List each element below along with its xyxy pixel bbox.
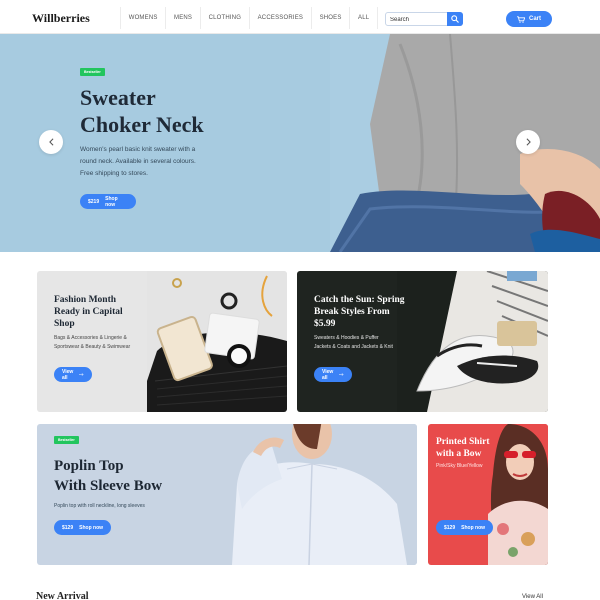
search-box — [385, 12, 463, 26]
view-all-label: View all — [322, 368, 334, 381]
card-title: Fashion Month Ready in Capital Shop — [54, 295, 123, 329]
nav-item-clothing[interactable]: CLOTHING — [201, 7, 250, 29]
card-price: $129 — [62, 524, 74, 531]
card-title-line2: With Sleeve Bow — [54, 478, 163, 494]
card-price: $129 — [444, 524, 456, 531]
hero-title-line1: Sweater — [80, 85, 156, 110]
main-nav: WOMENS MENS CLOTHING ACCESSORIES SHOES A… — [120, 7, 378, 29]
hero-shop-button[interactable]: $219 Shop now — [80, 194, 136, 209]
logo[interactable]: Willberries — [32, 11, 90, 26]
hero-banner: Bestseller Sweater Choker Neck Women's p… — [0, 34, 600, 252]
cart-button[interactable]: Cart — [506, 11, 552, 27]
card-title-line1: Poplin Top — [54, 458, 124, 474]
nav-item-womens[interactable]: WOMENS — [121, 7, 167, 29]
carousel-next-button[interactable] — [516, 130, 540, 154]
hero-cta-label: Shop now — [105, 195, 118, 208]
view-all-button[interactable]: View all — [54, 367, 92, 382]
cart-icon — [516, 15, 525, 23]
card-description: Poplin top with roll neckline, long slee… — [54, 503, 145, 509]
header: Willberries WOMENS MENS CLOTHING ACCESSO… — [0, 0, 600, 34]
hero-price: $219 — [88, 198, 100, 205]
hero-title: Sweater Choker Neck — [80, 84, 300, 138]
card-title: Printed Shirt with a Bow — [436, 437, 490, 459]
view-all-label: View all — [62, 368, 74, 381]
shop-now-label: Shop now — [79, 524, 104, 531]
hero-title-line2: Choker Neck — [80, 112, 204, 137]
card-title: Catch the Sun: Spring Break Styles From … — [314, 295, 405, 329]
carousel-prev-button[interactable] — [39, 130, 63, 154]
promo-card-fashion-month[interactable]: Fashion Month Ready in Capital Shop Bags… — [37, 271, 287, 412]
hero-model-image — [330, 34, 600, 252]
card-description: Pink/Sky Blue/Yellow — [436, 463, 483, 469]
chevron-right-icon — [526, 138, 531, 146]
poplin-model-image — [197, 424, 417, 565]
card-description: Bags & Accessories & Lingerie & Sportswe… — [54, 335, 131, 350]
shoes-image — [397, 271, 548, 412]
search-button[interactable] — [447, 12, 463, 26]
card-description: Sweaters & Hoodies & Puffer Jackets & Co… — [314, 335, 393, 350]
promo-card-poplin-top[interactable]: Bestseller Poplin Top With Sleeve Bow Po… — [37, 424, 417, 565]
arrow-right-icon — [79, 373, 84, 376]
hero-description: Women's pearl basic knit sweater with a … — [80, 146, 196, 177]
shop-now-button[interactable]: $129 Shop now — [436, 520, 493, 535]
search-input[interactable] — [390, 14, 445, 25]
card-title: Poplin Top With Sleeve Bow — [54, 456, 224, 496]
nav-item-shoes[interactable]: SHOES — [312, 7, 351, 29]
new-arrival-title: New Arrival — [36, 591, 89, 600]
accessories-image — [147, 271, 287, 412]
chevron-left-icon — [48, 138, 53, 146]
nav-item-accessories[interactable]: ACCESSORIES — [250, 7, 312, 29]
nav-item-all[interactable]: ALL — [350, 7, 377, 29]
promo-card-printed-shirt[interactable]: Printed Shirt with a Bow Pink/Sky Blue/Y… — [428, 424, 548, 565]
shop-now-label: Shop now — [461, 524, 486, 531]
cart-label: Cart — [528, 16, 541, 22]
shop-now-button[interactable]: $129 Shop now — [54, 520, 111, 535]
hero-badge: Bestseller — [80, 68, 105, 76]
new-arrival-view-all-link[interactable]: View All — [522, 594, 543, 600]
card-badge: Bestseller — [54, 436, 79, 444]
arrow-right-icon — [339, 373, 344, 376]
view-all-button[interactable]: View all — [314, 367, 352, 382]
nav-item-mens[interactable]: MENS — [166, 7, 201, 29]
promo-card-spring-break[interactable]: Catch the Sun: Spring Break Styles From … — [297, 271, 548, 412]
search-icon — [451, 15, 459, 23]
